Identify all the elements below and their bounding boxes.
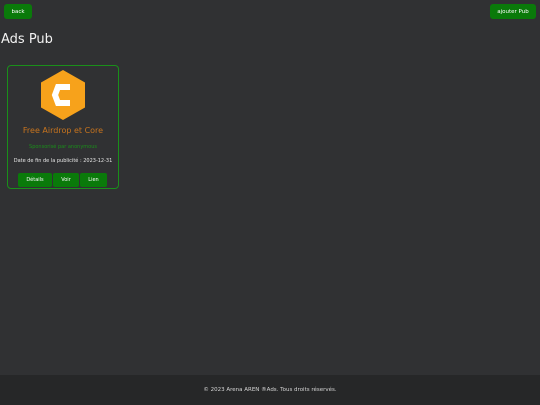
ads-page: back ajouter Pub Ads Pub Free Airdrop et… (0, 0, 540, 405)
page-title: Ads Pub (1, 32, 53, 47)
details-button[interactable]: Détails (18, 173, 52, 187)
footer: © 2023 Arena AREN ®Ads. Tous droits rése… (0, 375, 540, 405)
footer-copyright: © 2023 Arena AREN ®Ads. Tous droits rése… (203, 387, 337, 393)
ad-title: Free Airdrop et Core (22, 126, 104, 135)
add-pub-button[interactable]: ajouter Pub (490, 4, 536, 19)
voir-button[interactable]: Voir (53, 173, 79, 187)
ad-end-date: Date de fin de la publicité : 2023-12-31 (13, 158, 113, 164)
lien-button[interactable]: Lien (80, 173, 107, 187)
core-logo-icon (41, 70, 85, 120)
ad-actions: Détails Voir Lien (18, 173, 107, 187)
ad-sponsor: Sponsorisé par anonymous (29, 144, 97, 150)
back-button[interactable]: back (4, 4, 32, 19)
ad-card: Free Airdrop et Core Sponsorisé par anon… (7, 65, 119, 189)
